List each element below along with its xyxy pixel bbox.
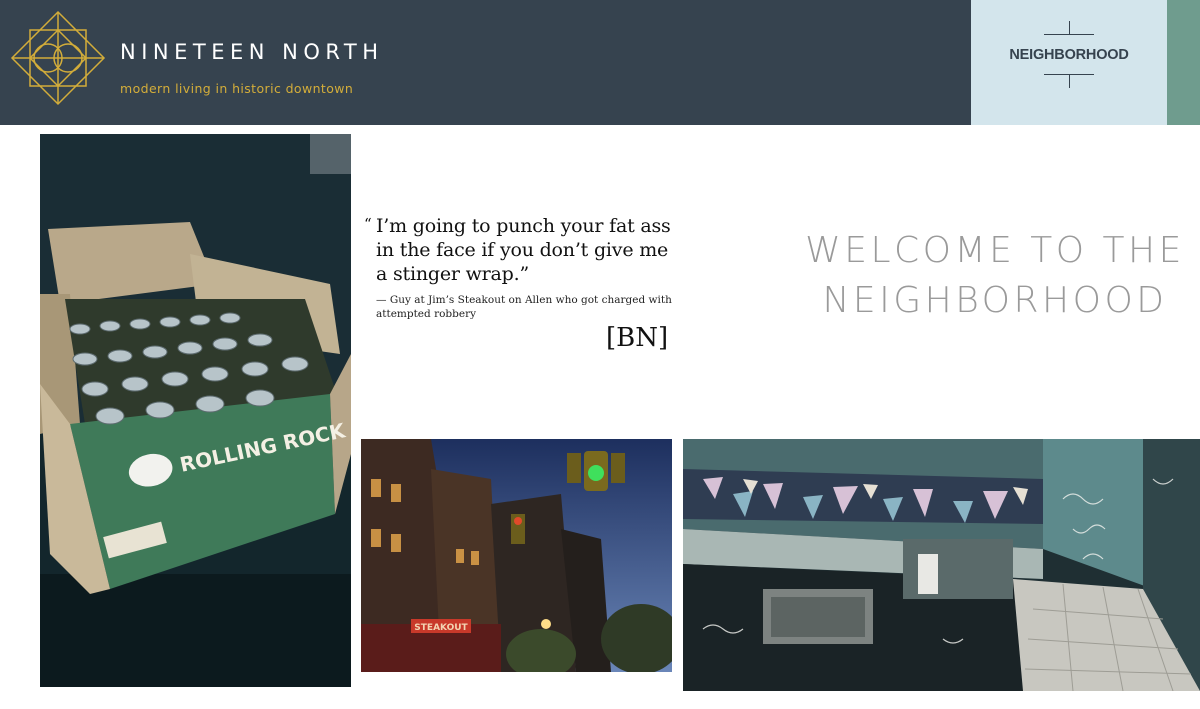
quote-attribution: — Guy at Jim’s Steakout on Allen who got… — [376, 294, 672, 320]
site-header: NINETEEN NORTH modern living in historic… — [0, 0, 971, 125]
publication-logo: [BN] — [606, 323, 669, 353]
nav-divider-line — [1044, 34, 1094, 35]
nav-divider-tick — [1069, 74, 1070, 88]
photo-street-night: STEAKOUT — [361, 439, 672, 672]
brand-tagline: modern living in historic downtown — [120, 81, 354, 96]
brand-name[interactable]: NINETEEN NORTH — [120, 40, 384, 64]
nav-link-neighborhood[interactable]: NEIGHBORHOOD — [971, 47, 1167, 63]
welcome-line-1: WELCOME TO THE — [805, 230, 1185, 271]
welcome-heading: WELCOME TO THE NEIGHBORHOOD — [790, 226, 1200, 326]
storefront-sign-text: STEAKOUT — [414, 623, 468, 633]
quote-text: I’m going to punch your fat ass in the f… — [376, 215, 671, 285]
photo-graffiti-bathroom — [683, 439, 1200, 691]
welcome-line-2: NEIGHBORHOOD — [822, 280, 1168, 321]
nav-divider-tick — [1069, 21, 1070, 34]
accent-strip — [1167, 0, 1200, 125]
quote-open-mark: “ — [364, 215, 372, 233]
geometric-diamond-logo-icon[interactable] — [10, 10, 106, 106]
photo-beer-box: ROLLING ROCK — [40, 134, 351, 687]
